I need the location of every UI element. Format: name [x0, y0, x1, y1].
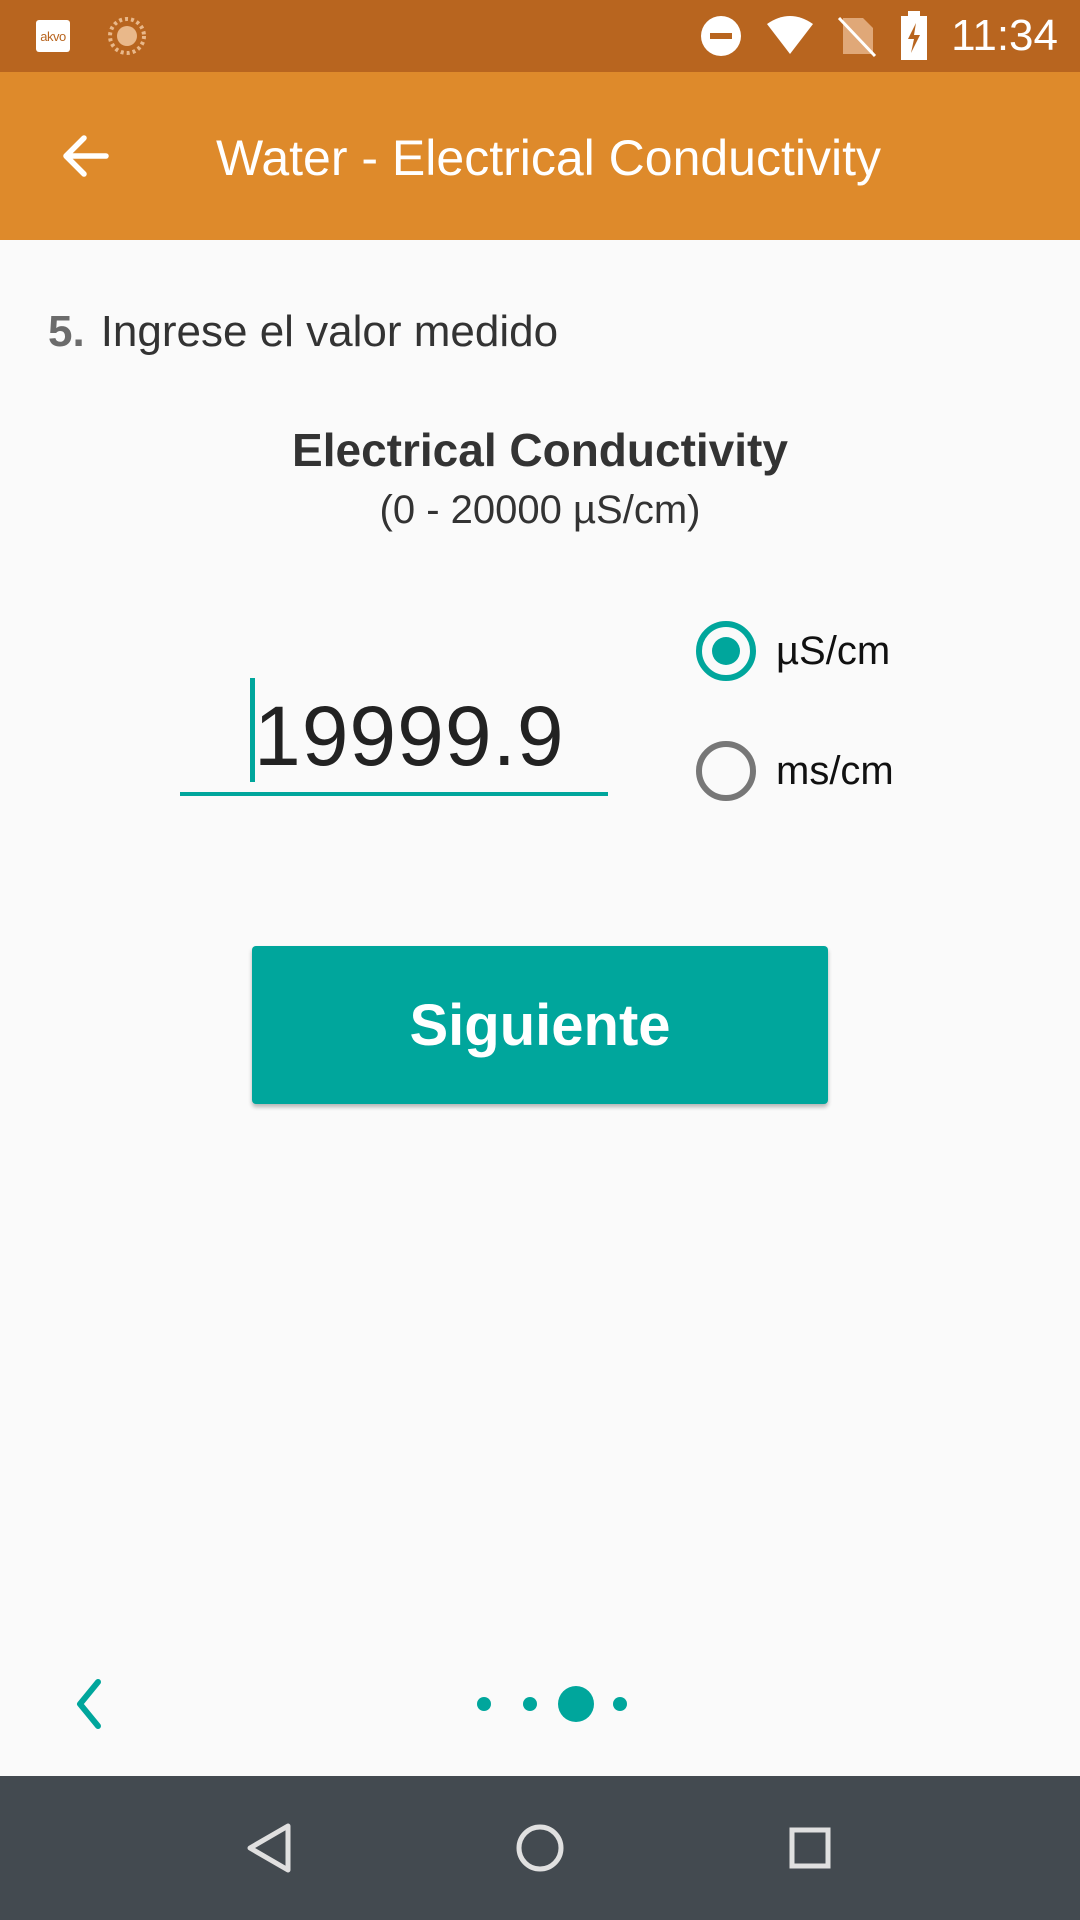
- status-right-icons: 11:34: [699, 10, 1058, 62]
- sun-icon: [108, 17, 146, 55]
- nav-bar: [0, 1776, 1080, 1920]
- parameter-name: Electrical Conductivity: [292, 424, 788, 476]
- back-triangle-icon[interactable]: [234, 1812, 306, 1884]
- akvo-icon: akvo: [36, 20, 70, 52]
- page-dot: [523, 1697, 537, 1711]
- radio-unchecked-icon: [696, 741, 756, 801]
- app-title: Water - Electrical Conductivity: [216, 130, 881, 186]
- status-bar: akvo 11:34: [0, 0, 1080, 72]
- page-indicator: [468, 1684, 636, 1724]
- no-sim-icon: [838, 16, 877, 58]
- status-time: 11:34: [951, 11, 1058, 60]
- page-dot: [477, 1697, 491, 1711]
- radio-checked-icon: [696, 621, 756, 681]
- wifi-icon: [767, 16, 814, 54]
- page-dot-active: [558, 1686, 594, 1722]
- status-left-icons: akvo: [36, 17, 148, 55]
- do-not-disturb-icon: [701, 16, 742, 56]
- question-text: Ingrese el valor medido: [100, 307, 559, 356]
- unit-radio-us-cm[interactable]: µS/cm: [696, 616, 996, 686]
- battery-charging-icon: [901, 11, 928, 60]
- question-prompt: 5. Ingrese el valor medido: [48, 302, 558, 362]
- question-number: 5.: [48, 307, 85, 356]
- next-button[interactable]: Siguiente: [252, 946, 828, 1104]
- parameter-range: (0 - 20000 µS/cm): [379, 488, 701, 532]
- page-dot: [613, 1697, 627, 1711]
- measured-value-text: 19999.9: [254, 689, 565, 783]
- chevron-left-icon[interactable]: [70, 1676, 110, 1732]
- unit-label: ms/cm: [776, 748, 894, 793]
- home-circle-icon[interactable]: [504, 1812, 576, 1884]
- measured-value-input[interactable]: 19999.9: [180, 670, 608, 796]
- recents-square-icon[interactable]: [774, 1812, 846, 1884]
- unit-radio-ms-cm[interactable]: ms/cm: [696, 736, 996, 806]
- unit-label: µS/cm: [776, 628, 891, 673]
- arrow-left-icon[interactable]: [56, 128, 112, 184]
